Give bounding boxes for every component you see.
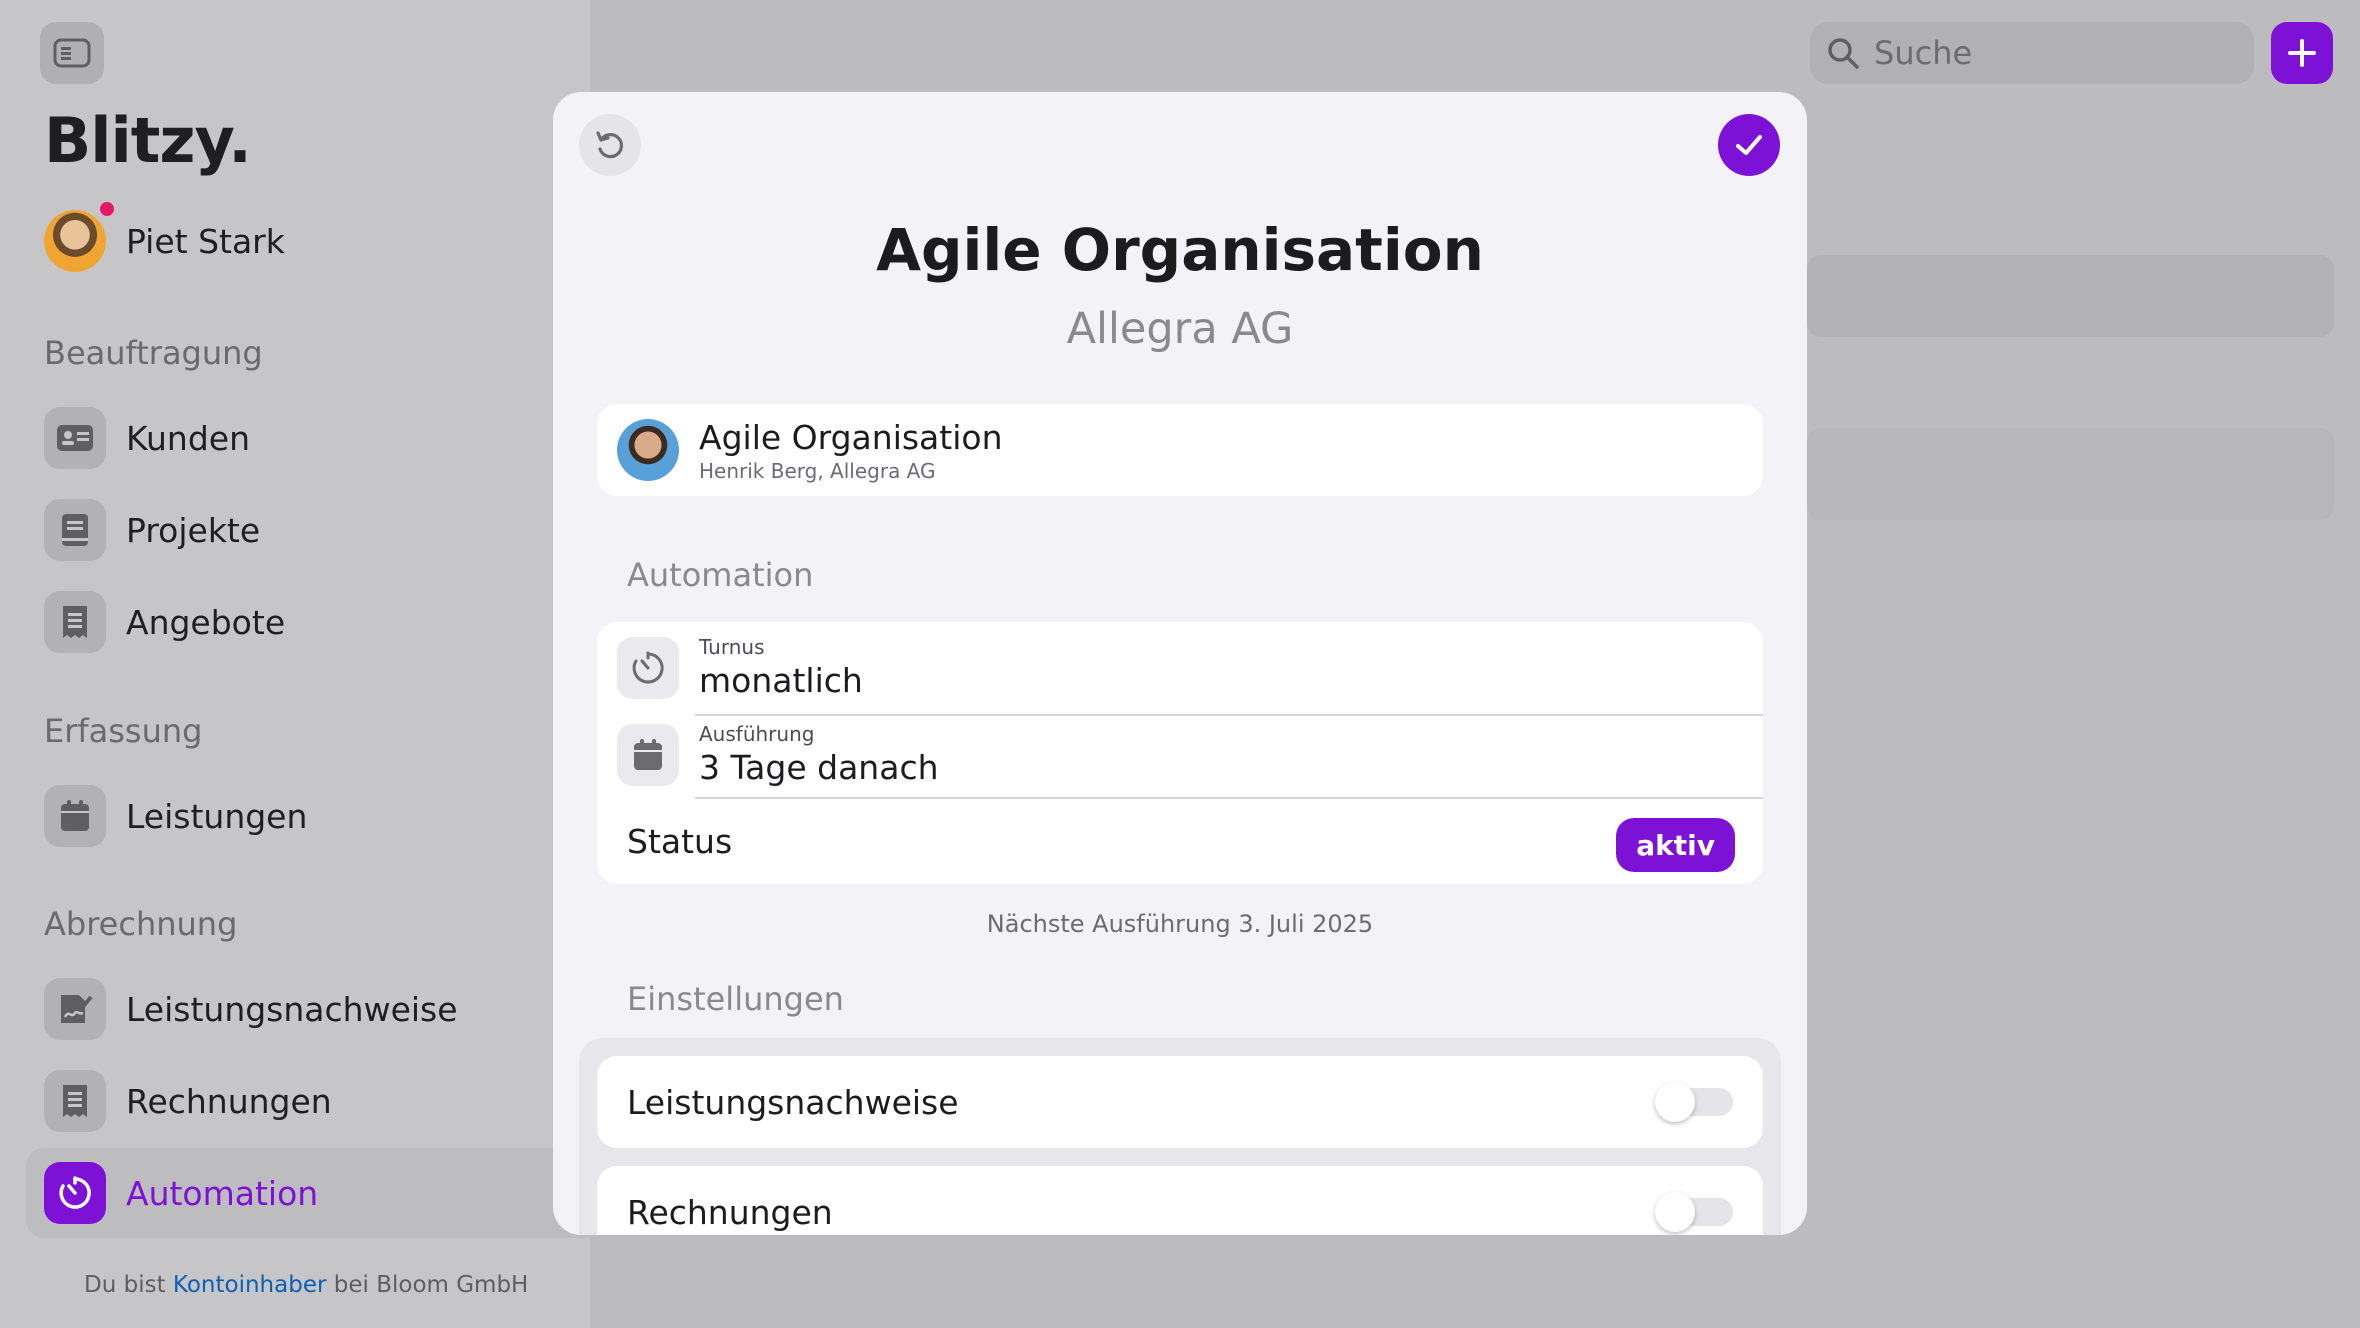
setting-rechnungen: Rechnungen xyxy=(597,1166,1763,1235)
search-placeholder: Suche xyxy=(1874,34,1973,72)
timer-icon xyxy=(617,636,679,699)
sidebar-item-label: Projekte xyxy=(126,510,261,550)
status-badge[interactable]: aktiv xyxy=(1616,818,1735,872)
leistungsnachweise-toggle[interactable] xyxy=(1655,1082,1733,1122)
signature-icon xyxy=(44,978,106,1040)
undo-button[interactable] xyxy=(579,114,641,176)
settings-group: Leistungsnachweise Rechnungen xyxy=(579,1038,1781,1235)
sidebar: Blitzy. Piet Stark Beauftragung Kunden P… xyxy=(0,0,590,1328)
toggle-knob xyxy=(1655,1082,1695,1122)
section-title-abrechnung: Abrechnung xyxy=(44,905,238,943)
checkmark-icon xyxy=(1736,135,1762,155)
automation-section-title: Automation xyxy=(627,556,814,594)
toggle-knob xyxy=(1655,1192,1695,1232)
account-footer: Du bist Kontoinhaber bei Bloom GmbH xyxy=(84,1272,528,1298)
add-button[interactable] xyxy=(2271,22,2333,84)
sidebar-toggle-icon xyxy=(53,38,91,68)
divider xyxy=(695,797,1763,799)
status-label: Status xyxy=(627,822,733,861)
search-icon xyxy=(1828,38,1859,69)
sidebar-item-leistungsnachweise[interactable]: Leistungsnachweise xyxy=(44,977,458,1041)
account-owner-link[interactable]: Kontoinhaber xyxy=(173,1272,327,1298)
footer-prefix: Du bist xyxy=(84,1272,173,1298)
sidebar-item-label: Kunden xyxy=(126,418,250,458)
section-title-beauftragung: Beauftragung xyxy=(44,334,263,372)
sidebar-item-automation[interactable]: Automation xyxy=(44,1161,318,1225)
app-logo: Blitzy. xyxy=(44,104,252,177)
sidebar-item-kunden[interactable]: Kunden xyxy=(44,406,250,470)
automation-modal: Agile Organisation Allegra AG Agile Orga… xyxy=(553,92,1807,1235)
turnus-row[interactable]: Turnus monatlich xyxy=(597,635,1763,700)
calendar-icon xyxy=(617,723,679,786)
settings-section-title: Einstellungen xyxy=(627,980,844,1018)
sidebar-item-projekte[interactable]: Projekte xyxy=(44,498,260,562)
avatar xyxy=(44,202,114,272)
modal-title: Agile Organisation xyxy=(876,216,1484,284)
search-input[interactable]: Suche xyxy=(1810,22,2254,84)
plus-icon xyxy=(2288,39,2316,67)
sidebar-item-rechnungen[interactable]: Rechnungen xyxy=(44,1069,332,1133)
ausfuehrung-row[interactable]: Ausführung 3 Tage danach xyxy=(597,722,1763,787)
receipt-icon xyxy=(44,1070,106,1132)
rechnungen-toggle[interactable] xyxy=(1655,1192,1733,1232)
book-icon xyxy=(44,499,106,561)
section-title-erfassung: Erfassung xyxy=(44,712,203,750)
sidebar-item-angebote[interactable]: Angebote xyxy=(44,590,285,654)
footer-suffix: bei Bloom GmbH xyxy=(326,1272,529,1298)
automation-card: Turnus monatlich Ausführung 3 Tage danac… xyxy=(597,622,1763,884)
contact-subtitle: Henrik Berg, Allegra AG xyxy=(699,458,936,483)
receipt-icon xyxy=(44,591,106,653)
sidebar-item-leistungen[interactable]: Leistungen xyxy=(44,784,307,848)
project-name: Agile Organisation xyxy=(699,417,1003,457)
modal-subtitle: Allegra AG xyxy=(1066,304,1294,354)
divider xyxy=(695,714,1763,716)
contact-card-icon xyxy=(44,407,106,469)
calendar-icon xyxy=(44,785,106,847)
user-name: Piet Stark xyxy=(126,221,285,261)
user-profile[interactable]: Piet Stark xyxy=(44,202,285,272)
sidebar-item-label: Leistungen xyxy=(126,796,308,836)
sidebar-item-label: Rechnungen xyxy=(126,1081,332,1121)
sidebar-item-label: Leistungsnachweise xyxy=(126,989,458,1029)
undo-icon xyxy=(596,131,623,159)
confirm-button[interactable] xyxy=(1718,114,1780,176)
ausfuehrung-label: Ausführung xyxy=(699,722,815,746)
project-contact-card[interactable]: Agile Organisation Henrik Berg, Allegra … xyxy=(597,404,1763,496)
turnus-label: Turnus xyxy=(699,635,765,659)
setting-label: Leistungsnachweise xyxy=(627,1082,959,1122)
sidebar-item-label: Angebote xyxy=(126,602,286,642)
avatar xyxy=(617,419,679,481)
timer-icon xyxy=(44,1162,106,1224)
next-run-info: Nächste Ausführung 3. Juli 2025 xyxy=(986,910,1374,938)
sidebar-item-label: Automation xyxy=(126,1173,319,1213)
turnus-value: monatlich xyxy=(699,661,863,700)
sidebar-toggle-button[interactable] xyxy=(40,22,104,84)
list-item xyxy=(1807,255,2334,337)
notification-dot xyxy=(100,202,114,216)
ausfuehrung-value: 3 Tage danach xyxy=(699,748,939,787)
list-item xyxy=(1807,428,2334,520)
setting-leistungsnachweise: Leistungsnachweise xyxy=(597,1056,1763,1148)
setting-label: Rechnungen xyxy=(627,1192,833,1232)
